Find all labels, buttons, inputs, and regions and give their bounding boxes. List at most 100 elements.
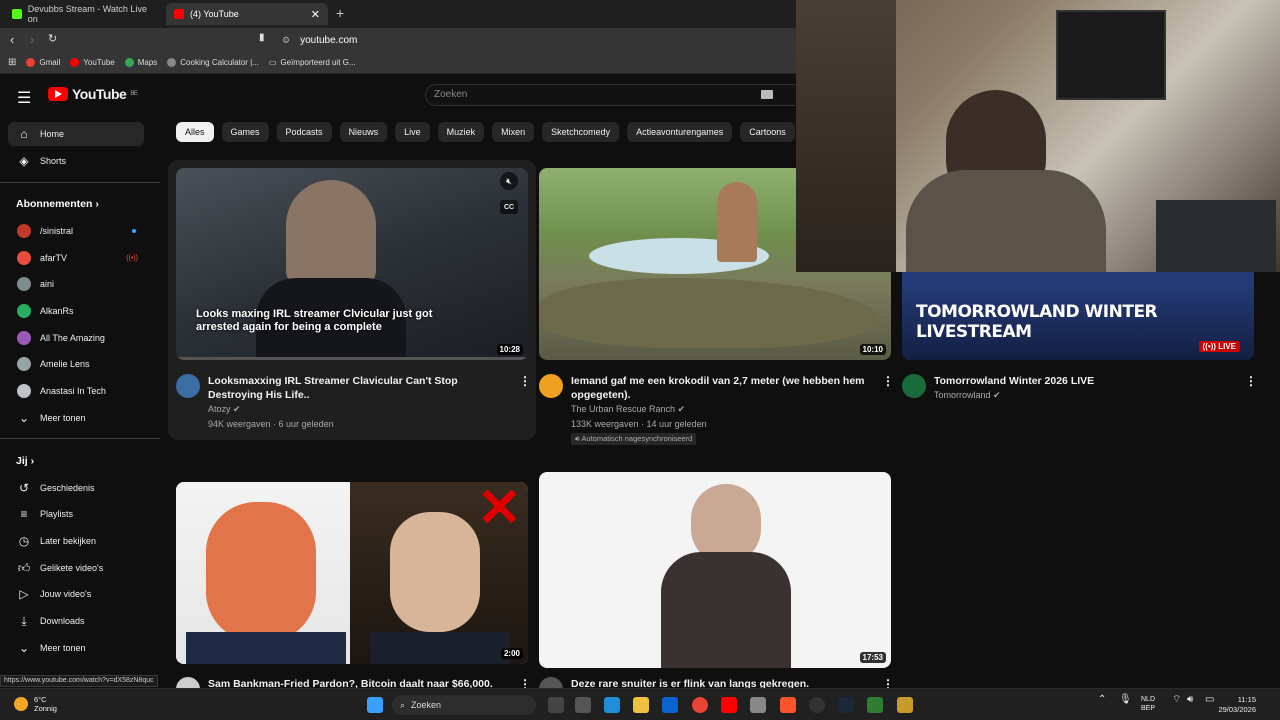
video-channel[interactable]: Atozy ✔	[208, 404, 241, 415]
close-tab-icon[interactable]: ✕	[311, 8, 320, 21]
chip-nieuws[interactable]: Nieuws	[339, 122, 388, 142]
new-content-dot	[132, 229, 136, 233]
chip-actieavonturengames[interactable]: Actieavonturengames	[627, 122, 733, 142]
keyboard-icon[interactable]	[761, 90, 773, 99]
youtube-logo[interactable]: YouTube BE	[48, 86, 138, 102]
new-tab-icon[interactable]: +	[336, 5, 344, 21]
video-thumbnail[interactable]: ✕ 2:00	[176, 482, 528, 664]
bookmark-cooking[interactable]: Cooking Calculator |...	[167, 58, 259, 67]
sidebar-item-home[interactable]: ⌂ Home	[8, 122, 144, 146]
edge-icon[interactable]	[604, 697, 620, 713]
video-thumbnail[interactable]: 17:53	[539, 472, 891, 668]
sidebar-sub-aini[interactable]: aini	[8, 272, 144, 296]
chip-sketchcomedy[interactable]: Sketchcomedy	[542, 122, 620, 142]
logo-text: YouTube	[72, 86, 127, 102]
tray-chevron-icon[interactable]: ⌃	[1098, 695, 1106, 705]
background-image	[1156, 200, 1276, 272]
youtube-app-icon[interactable]	[721, 697, 737, 713]
wifi-icon[interactable]: ⌔	[1172, 695, 1181, 705]
clock-time: 11:15	[1237, 695, 1256, 704]
sidebar-sub-afartv[interactable]: afarTV ((•))	[8, 246, 144, 270]
forward-icon[interactable]: ›	[30, 32, 34, 47]
weather-widget[interactable]: 6°C Zonnig	[14, 695, 57, 713]
channel-avatar[interactable]	[176, 374, 200, 398]
sidebar-sub-anastasi-in-tech[interactable]: Anastasi In Tech	[8, 379, 144, 403]
outlook-icon[interactable]	[662, 697, 678, 713]
back-icon[interactable]: ‹	[10, 32, 14, 47]
file-explorer-icon[interactable]	[633, 697, 649, 713]
video-title[interactable]: Deze rare snuiter is er flink van langs …	[571, 677, 871, 688]
chip-podcasts[interactable]: Podcasts	[276, 122, 332, 142]
sidebar-item-watch-later[interactable]: ◷ Later bekijken	[8, 529, 144, 553]
reload-icon[interactable]: ↻	[48, 32, 57, 45]
chip-muziek[interactable]: Muziek	[437, 122, 485, 142]
tab-devubbs-stream[interactable]: Devubbs Stream - Watch Live on	[4, 3, 164, 25]
tab-youtube[interactable]: (4) YouTube ✕	[166, 3, 328, 25]
sidebar-item-downloads[interactable]: ⤓ Downloads	[8, 609, 144, 633]
sidebar-sub-sinistral[interactable]: /sinistral	[8, 219, 144, 243]
link-preview-status: https://www.youtube.com/watch?v=dX58zN8q…	[0, 675, 158, 687]
chip-games[interactable]: Games	[221, 122, 269, 142]
video-thumbnail[interactable]: 🔇︎ CC Looks maxing IRL streamer Clvicula…	[176, 168, 528, 360]
app-icon[interactable]	[897, 697, 913, 713]
bookmark-folder[interactable]: ▭ Geïmporteerd uit G...	[269, 58, 356, 67]
volume-icon[interactable]: 🔊︎	[1187, 695, 1193, 705]
bookmark-youtube[interactable]: YouTube	[70, 58, 115, 67]
calculator-icon[interactable]	[750, 697, 766, 713]
preview-progress-bar[interactable]	[176, 357, 528, 360]
filter-chips: Alles Games Podcasts Nieuws Live Muziek …	[176, 122, 795, 142]
sidebar-show-more[interactable]: ⌄ Meer tonen	[8, 406, 144, 430]
sidebar-item-liked-videos[interactable]: 👍︎ Gelikete video's	[8, 556, 144, 580]
video-channel[interactable]: The Urban Rescue Ranch ✔	[571, 404, 685, 415]
brave-icon[interactable]	[780, 697, 796, 713]
windows-start-icon[interactable]	[367, 697, 383, 713]
taskbar-search[interactable]: ⌕ Zoeken	[392, 695, 536, 715]
globe-icon	[167, 58, 177, 67]
video-channel[interactable]: Tomorrowland ✔	[934, 390, 1001, 401]
sidebar-show-more-2[interactable]: ⌄ Meer tonen	[8, 636, 144, 660]
chip-live[interactable]: Live	[395, 122, 430, 142]
bookmark-gmail[interactable]: Gmail	[26, 58, 60, 67]
video-title[interactable]: Tomorrowland Winter 2026 LIVE	[934, 374, 1234, 388]
microphone-icon[interactable]: 🎙︎	[1119, 695, 1132, 705]
captions-button[interactable]: CC	[500, 200, 518, 214]
apps-icon[interactable]: ⊞	[8, 57, 16, 68]
app-icon[interactable]	[867, 697, 883, 713]
search-input[interactable]: Zoeken	[425, 84, 795, 106]
sidebar-sub-amelie-lens[interactable]: Amelie Lens	[8, 352, 144, 376]
video-title[interactable]: Sam Bankman-Fried Pardon?, Bitcoin daalt…	[208, 677, 508, 688]
sidebar-item-shorts[interactable]: ◈ Shorts	[8, 149, 144, 173]
chrome-icon[interactable]	[692, 697, 708, 713]
steam-icon[interactable]	[838, 697, 854, 713]
obs-icon[interactable]	[809, 697, 825, 713]
task-view-icon[interactable]	[548, 697, 564, 713]
mute-icon[interactable]: 🔇︎	[500, 172, 518, 190]
bookmark-maps[interactable]: Maps	[124, 58, 157, 67]
menu-icon[interactable]: ☰	[17, 88, 31, 108]
clock[interactable]: 11:15 29/03/2026	[1218, 695, 1256, 715]
channel-avatar[interactable]	[539, 374, 563, 398]
battery-icon[interactable]: ▭	[1205, 695, 1214, 705]
chip-alles[interactable]: Alles	[176, 122, 214, 142]
sidebar-item-your-videos[interactable]: ▷ Jouw video's	[8, 582, 144, 606]
sidebar-item-playlists[interactable]: ≡ Playlists	[8, 502, 144, 526]
sidebar-item-label: Later bekijken	[40, 536, 97, 546]
bookmark-icon[interactable]: ▮	[259, 32, 265, 43]
store-icon[interactable]	[575, 697, 591, 713]
sidebar-item-history[interactable]: ↺ Geschiedenis	[8, 476, 144, 500]
sidebar-sub-all-the-amazing[interactable]: All The Amazing	[8, 326, 144, 350]
you-heading[interactable]: Jij ›	[16, 455, 34, 467]
more-options-icon[interactable]: ⋮	[519, 374, 531, 388]
subscriptions-heading[interactable]: Abonnementen ›	[16, 198, 99, 210]
site-info-icon[interactable]: ⚙	[282, 35, 290, 46]
more-options-icon[interactable]: ⋮	[882, 374, 894, 388]
chip-cartoons[interactable]: Cartoons	[740, 122, 795, 142]
video-title[interactable]: Looksmaxxing IRL Streamer Clavicular Can…	[208, 374, 508, 402]
sidebar-sub-alkanrs[interactable]: AlkanRs	[8, 299, 144, 323]
chip-mixen[interactable]: Mixen	[492, 122, 535, 142]
channel-avatar[interactable]	[902, 374, 926, 398]
address-bar[interactable]: ⚙ youtube.com	[282, 31, 782, 49]
language-indicator[interactable]: NLD BEP	[1141, 695, 1155, 713]
video-title[interactable]: Iemand gaf me een krokodil van 2,7 meter…	[571, 374, 871, 402]
more-options-icon[interactable]: ⋮	[1245, 374, 1257, 388]
